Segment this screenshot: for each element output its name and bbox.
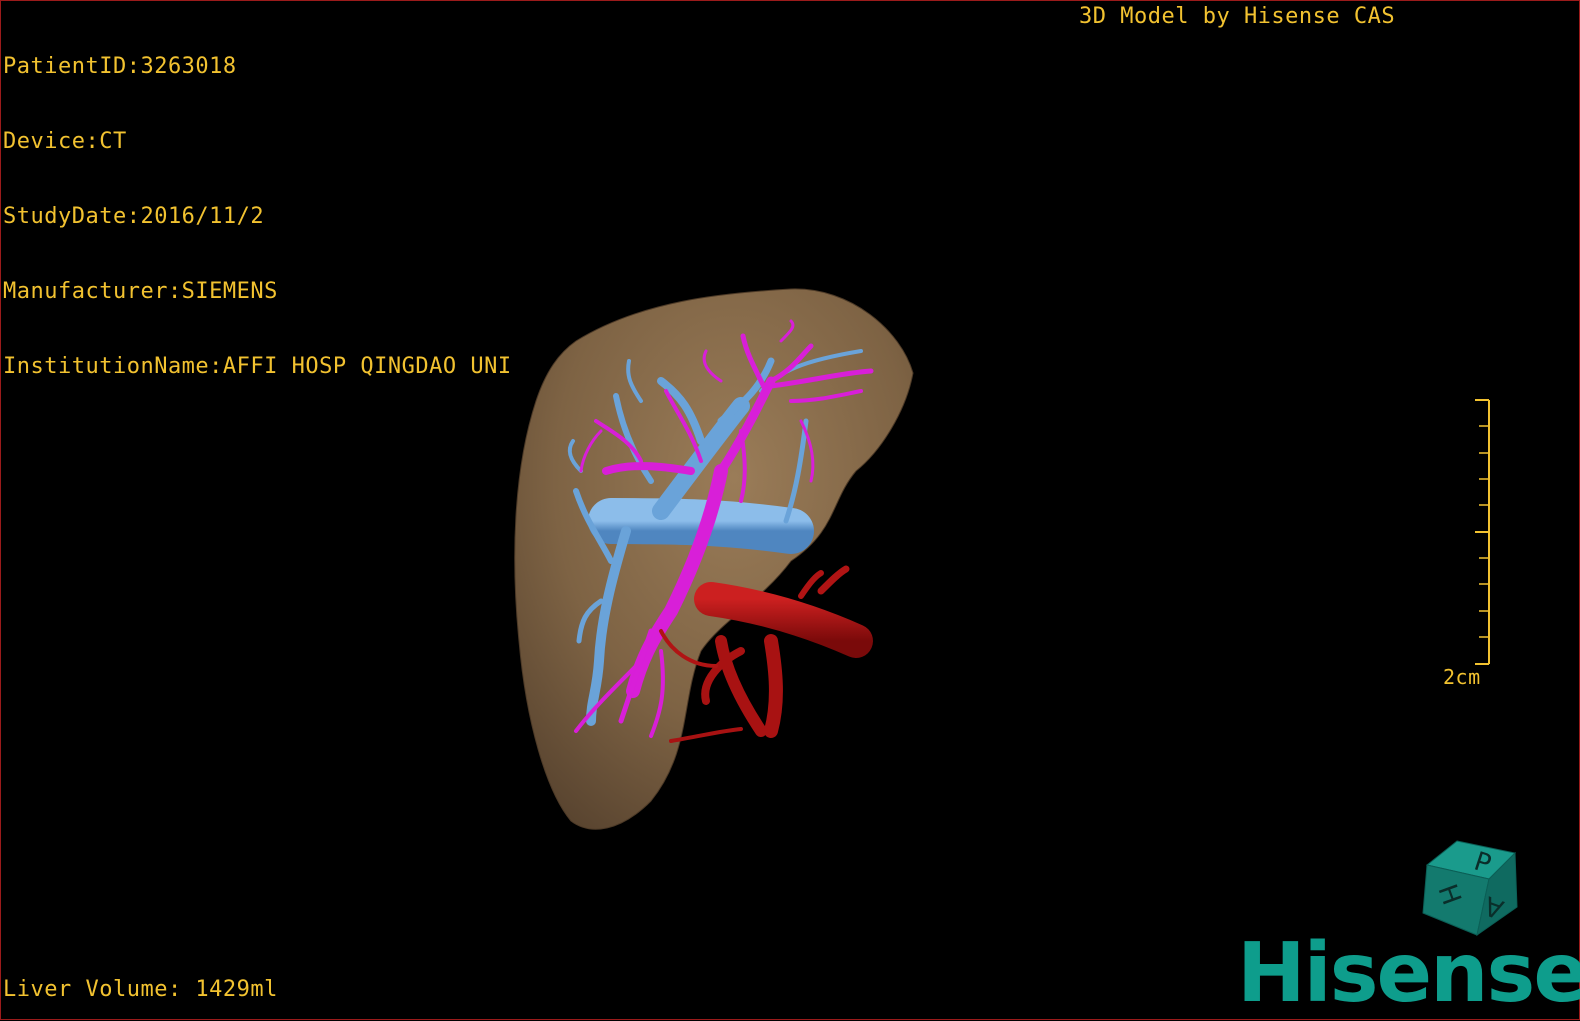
liver-volume-label: Liver Volume: 1429ml xyxy=(3,977,278,1002)
scale-bar-label: 2cm xyxy=(1443,665,1481,689)
liver-surface[interactable] xyxy=(514,288,914,830)
orientation-cube[interactable]: P H A xyxy=(1419,835,1529,939)
hisense-logo: Hisense xyxy=(1237,926,1580,1021)
liver-3d-model[interactable] xyxy=(1,1,1579,1019)
scale-bar xyxy=(1475,399,1490,665)
3d-viewport[interactable]: PatientID:3263018 Device:CT StudyDate:20… xyxy=(0,0,1580,1020)
